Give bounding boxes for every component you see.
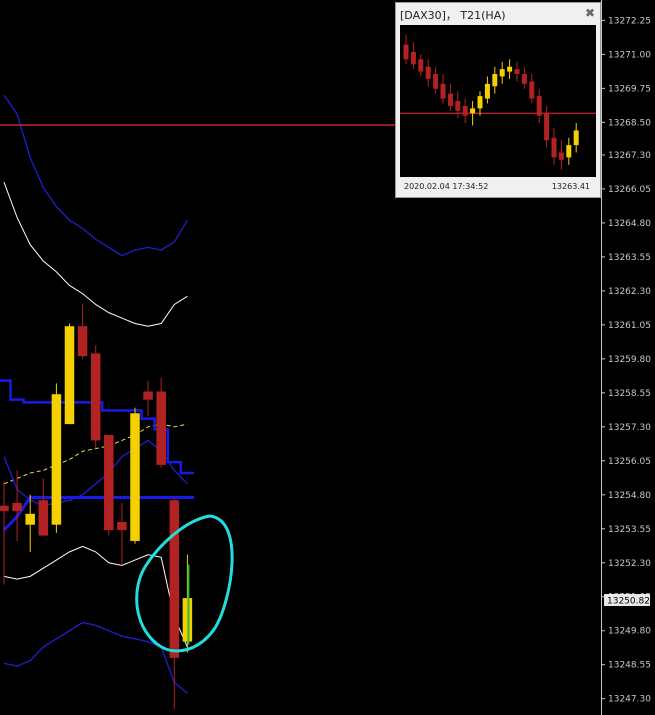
candle-bearish[interactable] — [117, 521, 127, 531]
price-tick-label: 13269.75 — [608, 84, 651, 94]
candle-bullish[interactable] — [25, 513, 35, 525]
mini-candle-bullish — [484, 83, 490, 99]
mini-candle-bullish — [573, 130, 579, 146]
mini-footer-price: 13263.41 — [551, 182, 590, 191]
candle-bearish[interactable] — [169, 500, 180, 658]
mini-candle-bullish — [477, 96, 483, 109]
mini-candle-bearish — [558, 152, 564, 160]
mini-window-title: [DAX30]， T21(HA) — [400, 9, 506, 22]
mini-candle-bearish — [529, 81, 535, 99]
price-tick-label: 13259.80 — [608, 355, 651, 365]
price-tick-label: 13257.30 — [608, 423, 651, 433]
candle-bullish[interactable] — [130, 413, 140, 542]
price-tick-label: 13258.55 — [608, 389, 651, 399]
price-tick-label: 13268.50 — [608, 118, 651, 128]
candle-bearish[interactable] — [104, 434, 114, 531]
mini-candle-bullish — [499, 69, 505, 77]
price-tick-label: 13256.05 — [608, 457, 651, 467]
current-price-badge: 13250.82 — [604, 594, 650, 607]
price-tick-label: 13263.55 — [608, 253, 651, 263]
mini-candle-bearish — [425, 66, 431, 79]
mini-footer-time: 2020.02.04 17:34:52 — [404, 182, 489, 191]
price-tick-label: 13271.00 — [608, 50, 651, 60]
price-tick-label: 13249.80 — [608, 627, 651, 637]
mini-candle-bearish — [455, 101, 461, 111]
candle-bearish[interactable] — [38, 500, 49, 536]
price-tick-label: 13252.30 — [608, 559, 651, 569]
mini-candle-bearish — [462, 105, 468, 116]
price-tick-label: 13266.05 — [608, 185, 651, 195]
price-tick-label: 13262.30 — [608, 287, 651, 297]
price-tick-label: 13247.30 — [608, 695, 651, 705]
current-price-label: 13250.82 — [607, 597, 650, 607]
candle-bearish[interactable] — [12, 502, 22, 512]
price-tick-label: 13272.25 — [608, 16, 651, 26]
mini-chart-plot — [400, 25, 596, 177]
mini-candle-bearish — [544, 113, 550, 141]
mini-candle-bullish — [507, 66, 513, 72]
mini-candle-bearish — [440, 83, 446, 99]
candle-bullish[interactable] — [64, 326, 75, 425]
mini-candle-bullish — [492, 74, 498, 87]
mini-candle-bearish — [433, 74, 439, 89]
mini-window-footer: 2020.02.04 17:34:52 13263.41 — [400, 179, 596, 195]
price-tick-label: 13248.55 — [608, 661, 651, 671]
price-tick-label: 13254.80 — [608, 491, 651, 501]
candle-bearish[interactable] — [143, 391, 153, 400]
mini-candle-bearish — [551, 137, 557, 158]
mini-chart-window[interactable]: [DAX30]， T21(HA) ✖ 2020.02.04 17:34:52 1… — [395, 2, 601, 198]
price-tick-label: 13264.80 — [608, 219, 651, 229]
candle-bearish[interactable] — [156, 391, 166, 465]
mini-candle-bearish — [447, 93, 453, 106]
close-icon[interactable]: ✖ — [585, 6, 595, 20]
mini-candle-bearish — [403, 44, 409, 60]
mini-candle-bearish — [521, 74, 527, 84]
price-tick-label: 13267.30 — [608, 151, 651, 161]
candle-bullish[interactable] — [51, 394, 62, 525]
mini-candle-bullish — [470, 108, 476, 114]
mini-candle-bullish — [566, 145, 572, 158]
mini-candle-bearish — [536, 96, 542, 116]
mini-candle-bearish — [418, 59, 424, 72]
candle-bearish[interactable] — [77, 326, 88, 357]
mini-candle-bearish — [410, 51, 416, 65]
candle-bearish[interactable] — [90, 353, 101, 441]
mini-candle-bearish — [514, 69, 520, 75]
price-tick-label: 13261.05 — [608, 321, 651, 331]
price-tick-label: 13253.55 — [608, 525, 651, 535]
candle-bearish[interactable] — [0, 505, 9, 512]
